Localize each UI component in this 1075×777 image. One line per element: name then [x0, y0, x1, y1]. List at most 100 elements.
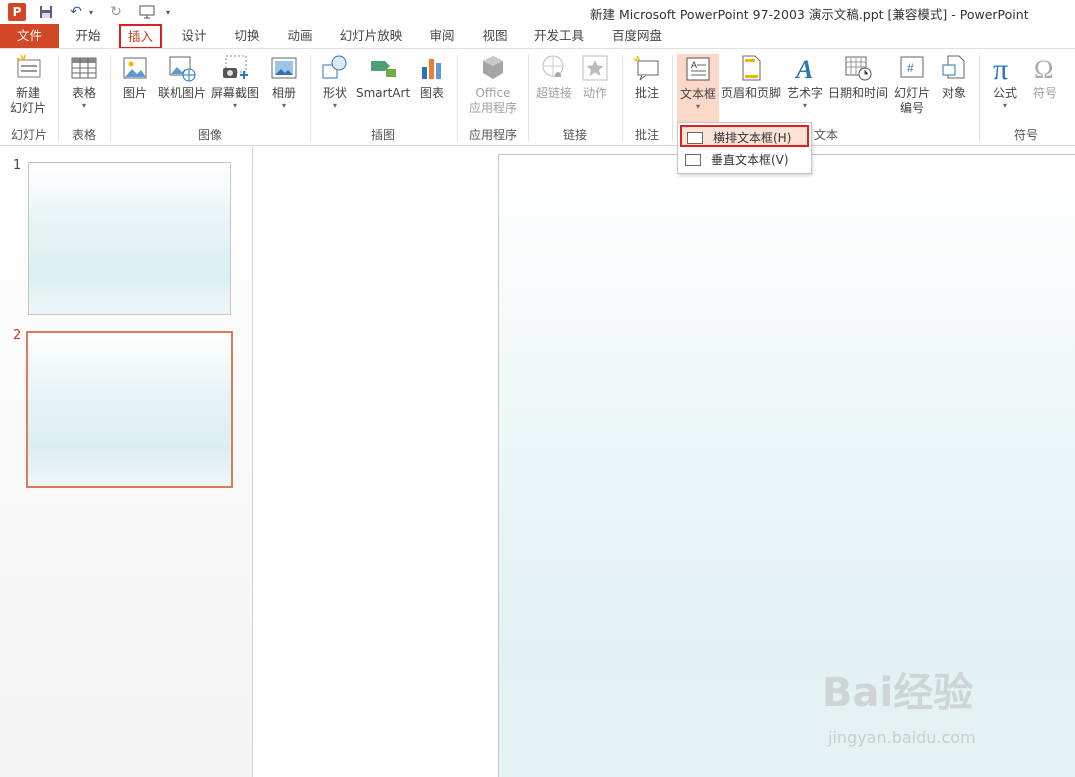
online-pictures-label: 联机图片 — [157, 86, 206, 100]
action-button[interactable]: 动作 — [578, 53, 612, 101]
chevron-down-icon: ▾ — [81, 101, 86, 110]
object-button[interactable]: 对象 — [936, 53, 972, 101]
smartart-icon — [371, 61, 396, 77]
group-label-comments: 批注 — [634, 128, 659, 142]
object-icon — [942, 55, 965, 79]
slide-number-button[interactable]: # 幻灯片 编号 — [891, 53, 933, 116]
chart-button[interactable]: 图表 — [414, 53, 450, 101]
group-label-slides: 幻灯片 — [10, 128, 47, 142]
table-button[interactable]: 表格 ▾ — [64, 53, 104, 110]
slide-thumbnail-2[interactable] — [26, 331, 233, 488]
comment-button[interactable]: 批注 — [628, 53, 666, 101]
tab-animations[interactable]: 动画 — [278, 24, 322, 48]
slide-number-2: 2 — [13, 328, 22, 343]
svg-text:Ω: Ω — [1034, 55, 1053, 83]
baidu-watermark-logo: Bai经验 — [822, 670, 974, 716]
tab-slideshow[interactable]: 幻灯片放映 — [334, 24, 408, 48]
comment-label: 批注 — [634, 86, 659, 100]
powerpoint-logo-icon: P — [8, 3, 26, 21]
picture-button[interactable]: 图片 — [116, 53, 154, 101]
shapes-icon — [322, 55, 347, 79]
office-apps-button[interactable]: Office 应用程序 — [462, 53, 524, 116]
tab-developer[interactable]: 开发工具 — [528, 24, 590, 48]
window-title: 新建 Microsoft PowerPoint 97-2003 演示文稿.ppt… — [590, 7, 1029, 22]
svg-text:π: π — [993, 53, 1008, 83]
tab-home[interactable]: 开始 — [66, 24, 110, 48]
online-pictures-button[interactable]: 联机图片 — [156, 53, 208, 101]
chart-icon — [422, 59, 441, 79]
wordart-button[interactable]: A 艺术字 ▾ — [784, 53, 826, 110]
text-box-label: 文本框 — [679, 87, 716, 101]
new-slide-icon — [16, 54, 41, 78]
horizontal-text-box-icon — [687, 132, 703, 144]
office-apps-label: Office 应用程序 — [468, 86, 517, 115]
new-slide-label: 新建 幻灯片 — [9, 86, 46, 115]
equation-button[interactable]: π 公式 ▾ — [986, 53, 1024, 110]
slide-number-1: 1 — [13, 158, 22, 173]
shapes-button[interactable]: 形状 ▾ — [316, 53, 354, 110]
calendar-clock-icon — [845, 56, 872, 81]
chart-label: 图表 — [419, 86, 444, 100]
current-slide-canvas[interactable] — [498, 154, 1075, 777]
header-footer-icon — [742, 55, 761, 81]
ribbon: 新建 幻灯片 表格 ▾ 图片 联机图片 屏幕截图 ▾ 相册 ▾ 形状 ▾ Sma… — [0, 48, 1075, 146]
hyperlink-label: 超链接 — [535, 86, 572, 100]
group-label-apps: 应用程序 — [468, 128, 517, 142]
tab-review[interactable]: 审阅 — [420, 24, 464, 48]
slide-number-label: 幻灯片 编号 — [893, 86, 930, 115]
header-footer-button[interactable]: 页眉和页脚 — [719, 53, 783, 101]
picture-label: 图片 — [122, 86, 147, 100]
title-bar: P ↶ ▾ ↻ ▾ 新建 Microsoft PowerPoint 97-200… — [0, 0, 1075, 24]
tab-insert[interactable]: 插入 — [119, 24, 162, 49]
symbol-button[interactable]: Ω 符号 — [1026, 53, 1064, 101]
shapes-label: 形状 — [322, 86, 347, 100]
pi-icon: π — [993, 53, 1008, 83]
text-box-dropdown-menu: 横排文本框(H) 垂直文本框(V) — [677, 122, 812, 174]
group-label-illustrations: 插图 — [370, 128, 395, 142]
customize-qat-icon[interactable]: ▾ — [162, 2, 174, 22]
tab-baidu-netdisk[interactable]: 百度网盘 — [605, 24, 669, 48]
ribbon-tabs: 文件 开始 插入 设计 切换 动画 幻灯片放映 审阅 视图 开发工具 百度网盘 — [0, 24, 1075, 49]
action-label: 动作 — [582, 86, 607, 100]
smartart-button[interactable]: SmartArt — [356, 53, 410, 101]
hyperlink-button[interactable]: 超链接 — [533, 53, 575, 101]
horizontal-text-box-label: 横排文本框(H) — [713, 131, 792, 145]
screenshot-button[interactable]: 屏幕截图 ▾ — [208, 53, 262, 110]
equation-label: 公式 — [992, 86, 1017, 100]
tab-transitions[interactable]: 切换 — [225, 24, 269, 48]
svg-text:A: A — [794, 55, 813, 83]
chevron-down-icon: ▾ — [1002, 101, 1007, 110]
start-from-beginning-icon[interactable] — [136, 2, 158, 22]
undo-dropdown-icon[interactable]: ▾ — [86, 2, 96, 22]
new-slide-button[interactable]: 新建 幻灯片 — [2, 53, 54, 116]
chevron-down-icon: ▾ — [695, 102, 700, 111]
date-time-button[interactable]: 日期和时间 — [826, 53, 890, 101]
vertical-text-box-item[interactable]: 垂直文本框(V) — [680, 149, 809, 171]
action-star-icon — [582, 55, 608, 81]
redo-icon[interactable]: ↻ — [106, 2, 126, 22]
comment-icon — [633, 55, 659, 81]
photo-album-icon — [271, 57, 297, 79]
undo-icon[interactable]: ↶ — [66, 2, 86, 22]
save-icon[interactable] — [36, 2, 56, 22]
omega-icon: Ω — [1034, 55, 1053, 83]
baidu-watermark-url: jingyan.baidu.com — [828, 728, 976, 747]
chevron-down-icon: ▾ — [281, 101, 286, 110]
screenshot-icon — [223, 55, 248, 79]
horizontal-text-box-item[interactable]: 横排文本框(H) — [680, 125, 809, 147]
text-box-button[interactable]: A 文本框 ▾ — [677, 54, 719, 124]
wordart-icon: A — [794, 55, 813, 83]
tab-view[interactable]: 视图 — [473, 24, 517, 48]
picture-icon — [123, 57, 147, 79]
text-box-icon: A — [686, 57, 710, 81]
chevron-down-icon: ▾ — [232, 101, 237, 110]
tab-design[interactable]: 设计 — [172, 24, 216, 48]
chevron-down-icon: ▾ — [332, 101, 337, 110]
office-apps-icon — [483, 56, 503, 79]
photo-album-button[interactable]: 相册 ▾ — [264, 53, 304, 110]
slide-thumbnail-1[interactable] — [28, 162, 231, 315]
tab-file[interactable]: 文件 — [0, 24, 59, 48]
photo-album-label: 相册 — [271, 86, 296, 100]
screenshot-label: 屏幕截图 — [210, 86, 259, 100]
vertical-text-box-icon — [685, 154, 701, 166]
